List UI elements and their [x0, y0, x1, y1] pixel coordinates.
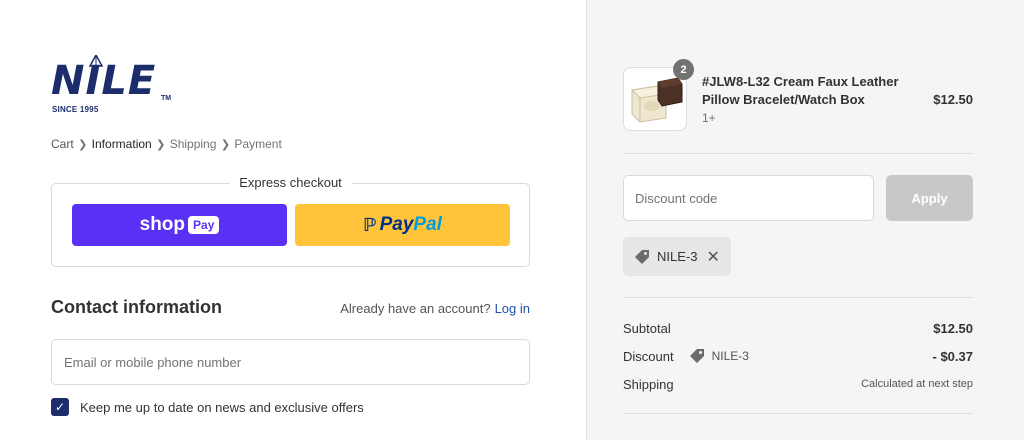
- product-name: #JLW8-L32 Cream Faux Leather Pillow Brac…: [702, 74, 899, 107]
- divider: [623, 153, 973, 154]
- remove-discount-icon[interactable]: ✕: [706, 247, 719, 267]
- newsletter-label: Keep me up to date on news and exclusive…: [80, 399, 364, 415]
- email-field[interactable]: [51, 339, 530, 385]
- logo-wordmark: NILE: [51, 58, 157, 104]
- nile-logo[interactable]: NILE TM SINCE 1995: [51, 55, 176, 117]
- tag-icon: [635, 249, 649, 264]
- quantity-badge: 2: [673, 59, 694, 80]
- product-thumbnail: 2: [623, 59, 694, 131]
- logo-since: SINCE 1995: [52, 105, 99, 114]
- breadcrumb-payment: Payment: [234, 137, 282, 151]
- subtotal-row: Subtotal $12.50: [623, 319, 973, 337]
- breadcrumb-information: Information: [91, 137, 152, 151]
- contact-information-heading: Contact information: [51, 297, 222, 317]
- paypal-icon: ℙ: [363, 214, 377, 235]
- discount-row: Discount NILE-3 - $0.37: [623, 347, 973, 365]
- logo-trademark: TM: [161, 95, 172, 102]
- paypal-button[interactable]: ℙ Pay Pal: [295, 204, 510, 246]
- apply-discount-button[interactable]: Apply: [886, 175, 973, 221]
- newsletter-checkbox[interactable]: ✓: [51, 398, 69, 416]
- applied-discount-code: NILE-3: [657, 249, 698, 264]
- discount-label-group: Discount NILE-3: [623, 347, 749, 365]
- shipping-value: Calculated at next step: [861, 378, 973, 390]
- discount-code-tag: NILE-3: [688, 347, 749, 365]
- order-line-item: 2 #JLW8-L32 Cream Faux Leather Pillow Br…: [623, 59, 973, 131]
- breadcrumb: Cart ❯ Information ❯ Shipping ❯ Payment: [51, 136, 282, 152]
- chevron-right-icon: ❯: [220, 138, 231, 151]
- checkout-main: NILE TM SINCE 1995 Cart ❯ Information ❯ …: [0, 0, 586, 440]
- paypal-word-pay: Pay: [379, 214, 414, 235]
- breadcrumb-shipping: Shipping: [169, 137, 217, 151]
- discount-value: - $0.37: [932, 348, 973, 364]
- divider: [623, 413, 973, 414]
- chevron-right-icon: ❯: [156, 138, 166, 151]
- discount-code-text: NILE-3: [711, 349, 749, 363]
- discount-label: Discount: [623, 348, 674, 364]
- subtotal-label: Subtotal: [623, 320, 671, 336]
- divider: [623, 297, 973, 298]
- newsletter-option[interactable]: ✓ Keep me up to date on news and exclusi…: [51, 398, 364, 416]
- express-checkout: Express checkout shop Pay ℙ Pay Pal: [51, 175, 530, 267]
- product-variant: 1+: [702, 111, 716, 125]
- applied-discount-chip: NILE-3 ✕: [623, 237, 731, 276]
- product-price: $12.50: [933, 92, 973, 107]
- chevron-right-icon: ❯: [78, 138, 88, 151]
- discount-code-input[interactable]: [623, 175, 874, 221]
- tag-icon: [689, 349, 704, 363]
- shop-pay-button[interactable]: shop Pay: [72, 204, 287, 246]
- paypal-word-pal: Pal: [413, 214, 442, 235]
- shipping-label: Shipping: [623, 376, 674, 392]
- shop-pay-word: shop: [139, 214, 186, 235]
- breadcrumb-cart[interactable]: Cart: [51, 137, 74, 151]
- shop-pay-badge: Pay: [188, 216, 220, 234]
- subtotal-value: $12.50: [933, 320, 973, 336]
- account-prompt: Already have an account? Log in: [340, 301, 530, 316]
- account-prompt-text: Already have an account?: [340, 301, 491, 316]
- shipping-row: Shipping Calculated at next step: [623, 375, 973, 393]
- login-link[interactable]: Log in: [495, 301, 530, 316]
- express-checkout-title: Express checkout: [229, 175, 352, 190]
